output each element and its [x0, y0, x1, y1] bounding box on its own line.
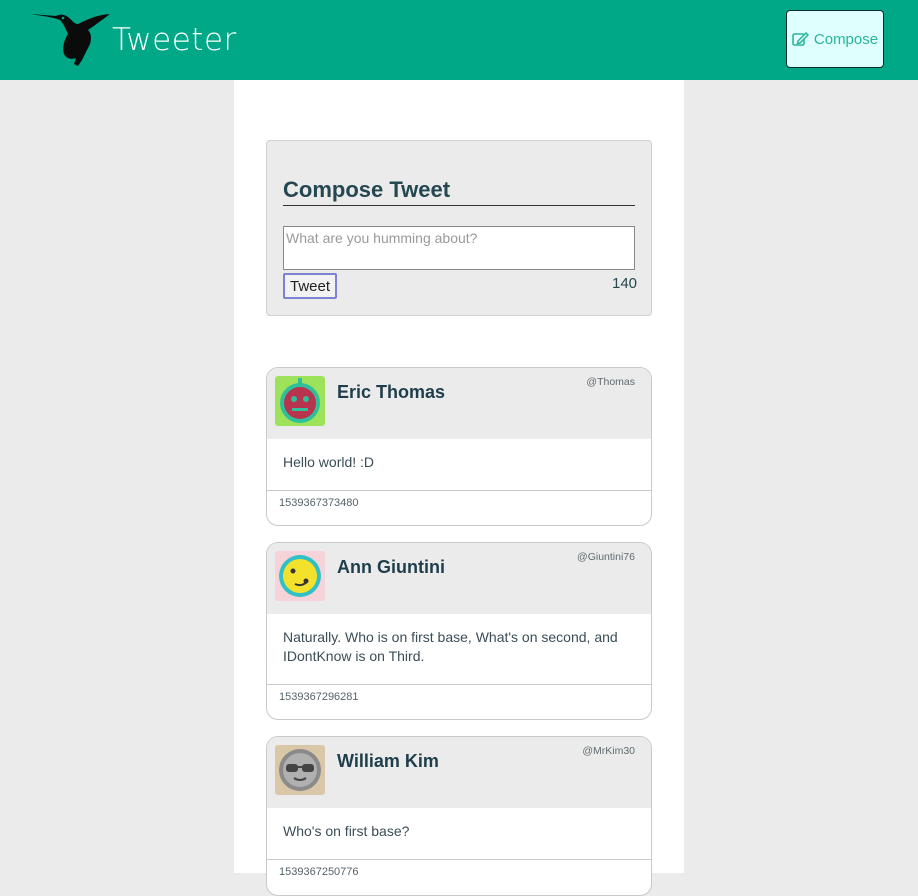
tweet-content: Naturally. Who is on first base, What's …	[267, 614, 651, 685]
tweet-handle: @Thomas	[586, 376, 635, 388]
compose-button-label: Compose	[813, 30, 879, 48]
top-nav: Tweeter Compose	[0, 0, 918, 80]
tweet-timestamp: 1539367296281	[279, 691, 359, 703]
char-counter: 140	[612, 275, 638, 292]
tweet-handle: @MrKim30	[582, 745, 635, 757]
tweet-header: William Kim @MrKim30	[267, 737, 651, 808]
sunglasses-face-icon	[275, 745, 325, 795]
tweet-handle: @Giuntini76	[577, 551, 635, 563]
tweet-content: Hello world! :D	[267, 439, 651, 491]
tweet-content: Who's on first base?	[267, 808, 651, 860]
compose-title: Compose Tweet	[283, 177, 635, 206]
compose-section: Compose Tweet Tweet 140	[266, 140, 652, 316]
robot-face-icon	[275, 376, 325, 426]
main-column: Compose Tweet Tweet 140 Eric Thomas @Tho…	[234, 80, 684, 896]
tweet-author-name: William Kim	[337, 751, 439, 771]
brand-title: Tweeter	[112, 22, 237, 58]
tweet-card: William Kim @MrKim30 Who's on first base…	[266, 736, 652, 896]
hummingbird-logo-icon	[30, 8, 112, 68]
tweet-author-name: Ann Giuntini	[337, 557, 445, 577]
tweet-timestamp: 1539367250776	[279, 866, 359, 878]
tweet-header: Eric Thomas @Thomas	[267, 368, 651, 439]
tweet-card: Eric Thomas @Thomas Hello world! :D 1539…	[266, 367, 652, 526]
compose-button[interactable]: Compose	[786, 10, 884, 68]
tweet-timestamp: 1539367373480	[279, 497, 359, 509]
tweet-header: Ann Giuntini @Giuntini76	[267, 543, 651, 614]
tweet-author-name: Eric Thomas	[337, 382, 446, 402]
edit-icon	[792, 31, 809, 46]
tweet-input[interactable]	[283, 226, 635, 270]
smiley-face-icon	[275, 551, 325, 601]
tweet-card: Ann Giuntini @Giuntini76 Naturally. Who …	[266, 542, 652, 720]
tweet-button[interactable]: Tweet	[283, 273, 337, 299]
